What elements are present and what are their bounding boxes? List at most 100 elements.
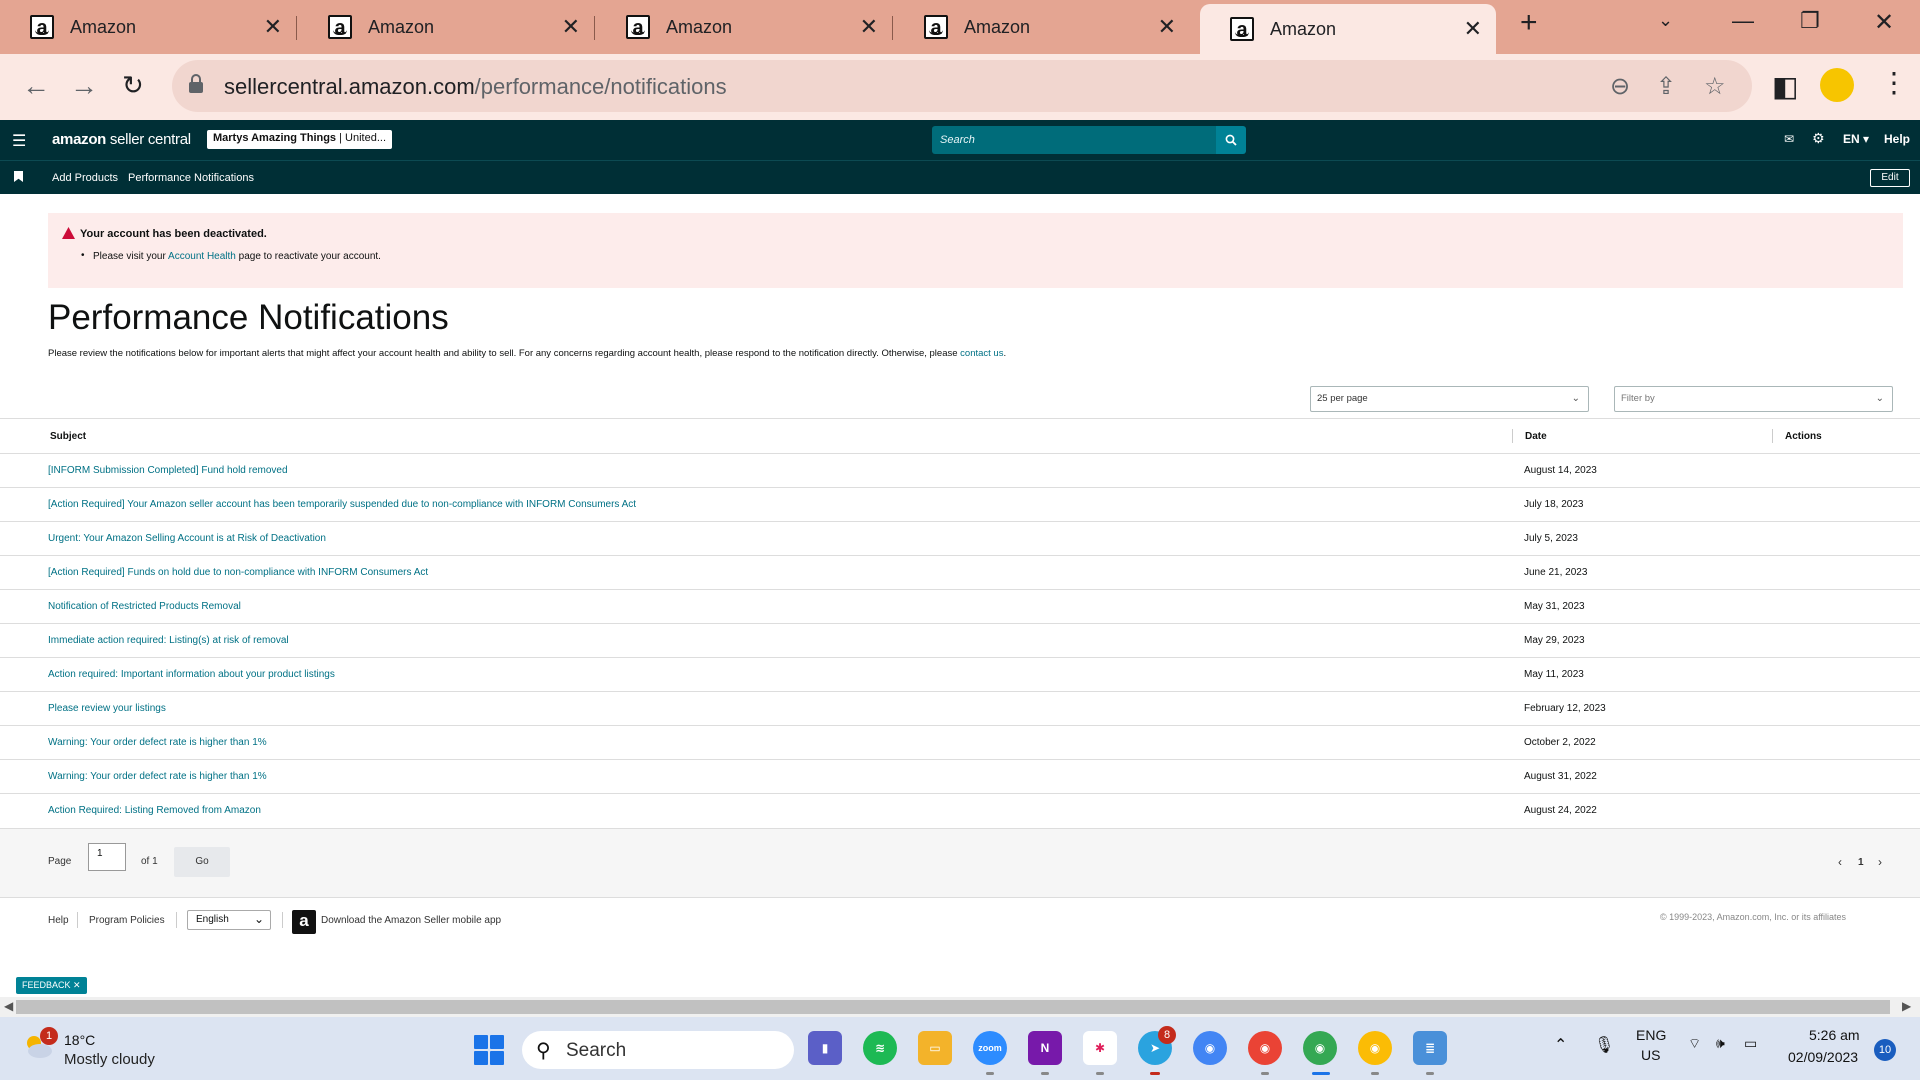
bookmark-add-products[interactable]: Add Products [52, 172, 118, 184]
footer-program-policies-link[interactable]: Program Policies [89, 915, 165, 926]
input-language-bottom[interactable]: US [1641, 1047, 1660, 1063]
notification-count-badge[interactable]: 10 [1874, 1039, 1896, 1061]
hamburger-menu-icon[interactable]: ☰ [12, 131, 26, 151]
tab-close-icon[interactable]: ✕ [562, 14, 580, 40]
browser-tab-active[interactable]: a Amazon ✕ [1200, 4, 1496, 54]
scroll-right-icon[interactable]: ▶ [1902, 999, 1911, 1013]
chrome-profile-2-icon[interactable]: ◉ [1358, 1031, 1392, 1065]
settings-gear-icon[interactable]: ⚙ [1812, 130, 1825, 147]
notepad-icon[interactable]: ≣ [1413, 1031, 1447, 1065]
notification-subject-link[interactable]: Please review your listings [48, 703, 166, 714]
address-bar[interactable]: sellercentral.amazon.com/performance/not… [172, 60, 1752, 112]
share-icon[interactable]: ⇪ [1656, 72, 1676, 101]
tab-close-icon[interactable]: ✕ [1158, 14, 1176, 40]
minimize-icon[interactable]: — [1732, 8, 1754, 34]
side-panel-icon[interactable]: ◧ [1772, 70, 1798, 103]
mail-icon[interactable]: ✉ [1784, 132, 1794, 146]
browser-tab[interactable]: a Amazon ✕ [894, 6, 1190, 48]
search-button[interactable] [1216, 126, 1246, 154]
download-app-link[interactable]: Download the Amazon Seller mobile app [321, 915, 501, 926]
filter-by-select[interactable]: Filter by ⌄ [1614, 386, 1893, 412]
contact-us-link[interactable]: contact us [960, 348, 1003, 359]
clock-date[interactable]: 02/09/2023 [1788, 1049, 1858, 1065]
tab-close-icon[interactable]: ✕ [264, 14, 282, 40]
volume-icon[interactable]: 🕪 [1716, 1035, 1725, 1052]
go-button[interactable]: Go [174, 847, 230, 877]
page-number-input[interactable]: 1 [88, 843, 126, 871]
lock-icon[interactable] [188, 74, 204, 94]
tab-close-icon[interactable]: ✕ [1464, 16, 1482, 42]
file-explorer-icon[interactable]: ▭ [918, 1031, 952, 1065]
notification-subject-link[interactable]: Action Required: Listing Removed from Am… [48, 805, 261, 816]
tab-title: Amazon [70, 16, 137, 37]
feedback-button[interactable]: FEEDBACK ✕ [16, 977, 87, 994]
profile-avatar[interactable] [1820, 68, 1854, 102]
url-text[interactable]: sellercentral.amazon.com/performance/not… [224, 74, 727, 100]
column-header-subject[interactable]: Subject [50, 431, 86, 442]
scrollbar-thumb[interactable] [16, 1000, 1890, 1014]
chrome-active-icon[interactable]: ◉ [1303, 1031, 1337, 1065]
bookmark-icon[interactable] [14, 171, 23, 182]
windows-start-icon[interactable] [474, 1035, 504, 1065]
zoom-icon[interactable]: zoom [973, 1031, 1007, 1065]
notification-subject-link[interactable]: Action required: Important information a… [48, 669, 335, 680]
back-arrow-icon[interactable]: ← [22, 70, 50, 102]
per-page-select[interactable]: 25 per page ⌄ [1310, 386, 1589, 412]
notification-subject-link[interactable]: [Action Required] Funds on hold due to n… [48, 567, 428, 578]
notification-subject-link[interactable]: Immediate action required: Listing(s) at… [48, 635, 289, 646]
notification-subject-link[interactable]: Urgent: Your Amazon Selling Account is a… [48, 533, 326, 544]
edit-bookmarks-button[interactable]: Edit [1870, 169, 1910, 187]
column-header-date[interactable]: Date [1525, 431, 1547, 442]
next-page-icon[interactable]: › [1878, 855, 1882, 869]
close-window-icon[interactable]: ✕ [1874, 8, 1894, 37]
notification-subject-link[interactable]: [Action Required] Your Amazon seller acc… [48, 499, 636, 510]
prev-page-icon[interactable]: ‹ [1838, 855, 1842, 869]
weather-temperature[interactable]: 18°C [64, 1032, 95, 1048]
tab-close-icon[interactable]: ✕ [860, 14, 878, 40]
chrome-profile-icon[interactable]: ◉ [1248, 1031, 1282, 1065]
search-input[interactable] [932, 126, 1216, 154]
notification-subject-link[interactable]: Warning: Your order defect rate is highe… [48, 737, 267, 748]
scroll-left-icon[interactable]: ◀ [4, 999, 13, 1013]
microphone-icon[interactable]: 🎙 [1594, 1035, 1614, 1055]
bookmark-performance-notifications[interactable]: Performance Notifications [128, 172, 254, 184]
notification-date: October 2, 2022 [1524, 737, 1596, 748]
notification-subject-link[interactable]: Warning: Your order defect rate is highe… [48, 771, 267, 782]
horizontal-scrollbar[interactable]: ◀ ▶ [0, 997, 1920, 1017]
current-page-number[interactable]: 1 [1858, 857, 1864, 868]
spotify-icon[interactable]: ≋ [863, 1031, 897, 1065]
language-selector[interactable]: EN ▾ [1843, 132, 1869, 146]
slack-icon[interactable]: ✱ [1083, 1031, 1117, 1065]
forward-arrow-icon[interactable]: → [70, 70, 98, 102]
restore-icon[interactable]: ❐ [1800, 8, 1820, 34]
notification-subject-link[interactable]: Notification of Restricted Products Remo… [48, 601, 241, 612]
footer-language-select[interactable]: English ⌄ [187, 910, 271, 930]
teams-chat-icon[interactable]: ▮ [808, 1031, 842, 1065]
wifi-icon[interactable]: ⌔ [1688, 1035, 1701, 1053]
account-health-link[interactable]: Account Health [168, 251, 236, 262]
zoom-out-icon[interactable]: ⊖ [1610, 72, 1630, 101]
bookmark-star-icon[interactable]: ☆ [1704, 72, 1726, 101]
input-language-top[interactable]: ENG [1636, 1027, 1666, 1043]
help-link[interactable]: Help [1884, 132, 1910, 146]
browser-tab[interactable]: a Amazon ✕ [298, 6, 595, 48]
onenote-icon[interactable]: N [1028, 1031, 1062, 1065]
reload-icon[interactable]: ↻ [122, 70, 144, 101]
notification-date: June 21, 2023 [1524, 567, 1588, 578]
new-tab-button[interactable]: + [1520, 6, 1538, 40]
browser-tab[interactable]: a Amazon ✕ [0, 6, 297, 48]
amazon-app-icon[interactable]: a [292, 910, 316, 934]
notification-subject-link[interactable]: [INFORM Submission Completed] Fund hold … [48, 465, 288, 476]
footer-help-link[interactable]: Help [48, 915, 69, 926]
tray-overflow-chevron-icon[interactable]: ⌃ [1554, 1035, 1567, 1055]
weather-condition[interactable]: Mostly cloudy [64, 1051, 155, 1068]
browser-menu-icon[interactable]: ⋮ [1880, 66, 1908, 99]
tab-search-chevron-icon[interactable]: ⌄ [1658, 10, 1673, 31]
chrome-icon[interactable]: ◉ [1193, 1031, 1227, 1065]
clock-time[interactable]: 5:26 am [1809, 1027, 1860, 1043]
store-selector[interactable]: Martys Amazing Things | United... [207, 130, 392, 149]
battery-icon[interactable]: ▭ [1744, 1035, 1757, 1052]
browser-tab[interactable]: a Amazon ✕ [596, 6, 893, 48]
taskbar-search[interactable]: ⚲ Search [522, 1031, 794, 1069]
seller-central-logo[interactable]: amazon seller central [52, 131, 191, 148]
